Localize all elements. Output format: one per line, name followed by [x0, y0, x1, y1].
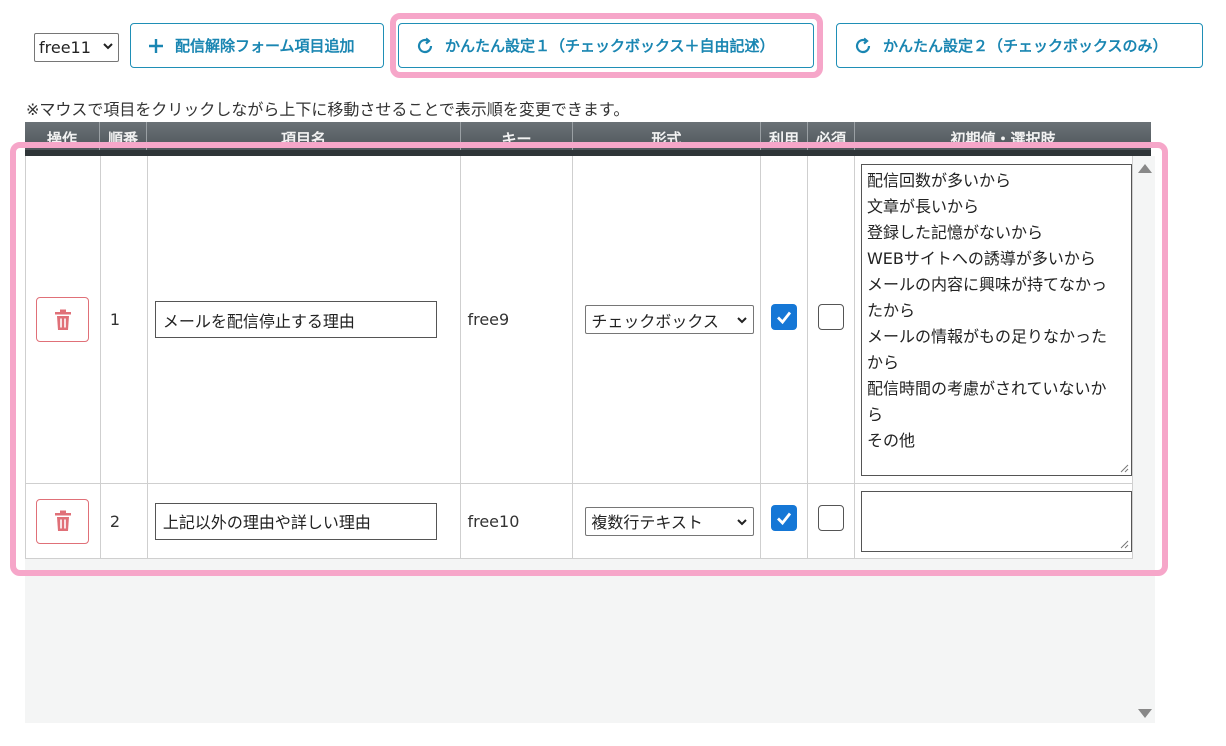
field-name-input[interactable]: メールを配信停止する理由	[154, 301, 437, 338]
field-select-value: free11	[39, 38, 91, 57]
add-field-button-label: 配信解除フォーム項目追加	[175, 37, 355, 55]
header-type: 形式	[573, 122, 761, 150]
key-cell: free10	[461, 484, 574, 559]
textarea-line: WEBサイトへの誘導が多いから	[866, 248, 1096, 268]
scrollbar[interactable]	[1133, 156, 1155, 723]
header-name: 項目名	[147, 122, 461, 150]
delete-button[interactable]	[36, 498, 90, 544]
required-cell	[808, 484, 855, 559]
type-select-value: チェックボックス	[591, 311, 719, 331]
textarea-line: 配信時間の考慮がされていないか	[866, 378, 1107, 398]
use-cell	[761, 484, 809, 559]
resize-grip-icon[interactable]	[1119, 539, 1129, 549]
chevron-down-icon	[737, 317, 748, 324]
add-field-button[interactable]: 配信解除フォーム項目追加	[130, 23, 384, 68]
check-icon	[777, 311, 792, 324]
table-row[interactable]: 2 上記以外の理由や詳しい理由 free10 複数行テキスト	[25, 484, 1133, 559]
reorder-note: ※マウスで項目をクリックしながら上下に移動させることで表示順を変更できます。	[26, 100, 630, 119]
header-use: 利用	[761, 122, 808, 150]
use-cell	[761, 156, 809, 484]
header-no: 順番	[100, 122, 147, 150]
refresh-icon	[417, 37, 433, 53]
initial-values-textarea[interactable]	[860, 490, 1132, 552]
trash-icon	[54, 309, 71, 330]
textarea-line: 配信回数が多いから	[866, 170, 1011, 190]
required-cell	[808, 156, 855, 484]
easy-setting-1-button[interactable]: かんたん設定１（チェックボックス＋自由記述）	[398, 23, 814, 68]
type-select-value: 複数行テキスト	[591, 513, 703, 532]
op-cell	[26, 156, 101, 484]
textarea-line: ら	[866, 404, 883, 424]
textarea-line: 登録した記憶がないから	[866, 222, 1043, 242]
use-checkbox[interactable]	[771, 505, 798, 531]
order-cell: 1	[100, 156, 148, 484]
key-cell: free9	[461, 156, 574, 484]
table-row[interactable]: 1 メールを配信停止する理由 free9 チェックボックス 配信回数が多いから …	[25, 156, 1133, 484]
initial-cell	[854, 484, 1133, 559]
scroll-up-arrow-icon[interactable]	[1138, 164, 1152, 173]
textarea-line: たから	[866, 300, 915, 320]
textarea-line: メールの内容に興味が持てなかっ	[866, 274, 1107, 294]
header-initial: 初期値・選択肢	[950, 130, 1056, 148]
initial-cell: 配信回数が多いから 文章が長いから 登録した記憶がないから WEBサイトへの誘導…	[854, 156, 1133, 484]
field-select[interactable]: free11	[34, 33, 119, 62]
refresh-icon	[855, 37, 871, 53]
delete-button[interactable]	[36, 297, 90, 342]
check-icon	[777, 512, 792, 526]
resize-grip-icon[interactable]	[1119, 463, 1129, 473]
initial-values-textarea[interactable]: 配信回数が多いから 文章が長いから 登録した記憶がないから WEBサイトへの誘導…	[860, 163, 1132, 476]
easy-setting-2-button[interactable]: かんたん設定２（チェックボックスのみ）	[836, 23, 1203, 68]
table-header: 操作 順番 項目名 キー 形式 利用 必須 初期値・選択肢	[25, 122, 1151, 150]
textarea-line: 文章が長いから	[866, 196, 979, 216]
type-cell: チェックボックス	[573, 156, 762, 484]
header-key: キー	[461, 122, 573, 150]
type-select[interactable]: チェックボックス	[585, 305, 755, 334]
field-name-input[interactable]: 上記以外の理由や詳しい理由	[154, 502, 437, 540]
required-checkbox[interactable]	[818, 303, 845, 330]
use-checkbox[interactable]	[771, 303, 798, 330]
chevron-down-icon	[737, 518, 748, 525]
op-cell	[26, 484, 101, 559]
chevron-down-icon	[103, 43, 113, 50]
easy-setting-1-button-label: かんたん設定１（チェックボックス＋自由記述）	[445, 37, 775, 55]
type-cell: 複数行テキスト	[573, 484, 762, 559]
trash-icon	[54, 510, 71, 531]
name-cell: メールを配信停止する理由	[147, 156, 462, 484]
type-select[interactable]: 複数行テキスト	[585, 506, 755, 536]
order-cell: 2	[100, 484, 148, 559]
scroll-down-arrow-icon[interactable]	[1138, 709, 1152, 718]
textarea-line: メールの情報がもの足りなかった	[866, 326, 1107, 346]
required-checkbox[interactable]	[818, 505, 845, 531]
textarea-line: から	[866, 352, 899, 372]
header-required: 必須	[808, 122, 855, 150]
easy-setting-2-button-label: かんたん設定２（チェックボックスのみ）	[883, 37, 1168, 55]
name-cell: 上記以外の理由や詳しい理由	[147, 484, 462, 559]
header-op: 操作	[25, 122, 100, 150]
plus-icon	[149, 38, 163, 53]
textarea-line: その他	[866, 430, 915, 450]
